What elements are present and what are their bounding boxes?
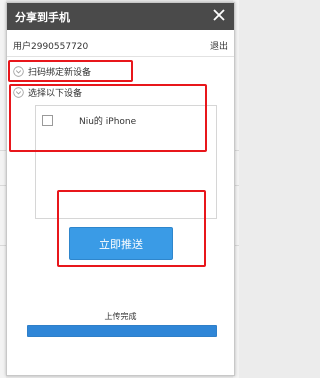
- divider: [7, 56, 234, 57]
- upload-progress-bar: [27, 325, 217, 337]
- annotation-box-devices: [9, 84, 207, 152]
- dialog-title: 分享到手机: [15, 11, 70, 24]
- annotation-box-push: [57, 190, 206, 267]
- share-to-phone-dialog: 分享到手机 用户2990557720 退出 扫码绑定新设备 选择以下设备 Niu…: [6, 2, 235, 376]
- close-icon[interactable]: [210, 6, 228, 24]
- user-account-label: 用户2990557720: [13, 42, 89, 52]
- upload-progress-fill: [28, 326, 216, 336]
- dialog-titlebar: 分享到手机: [7, 3, 234, 30]
- annotation-box-scan: [8, 60, 133, 82]
- logout-link[interactable]: 退出: [210, 39, 228, 52]
- upload-status: 上传完成: [104, 312, 137, 321]
